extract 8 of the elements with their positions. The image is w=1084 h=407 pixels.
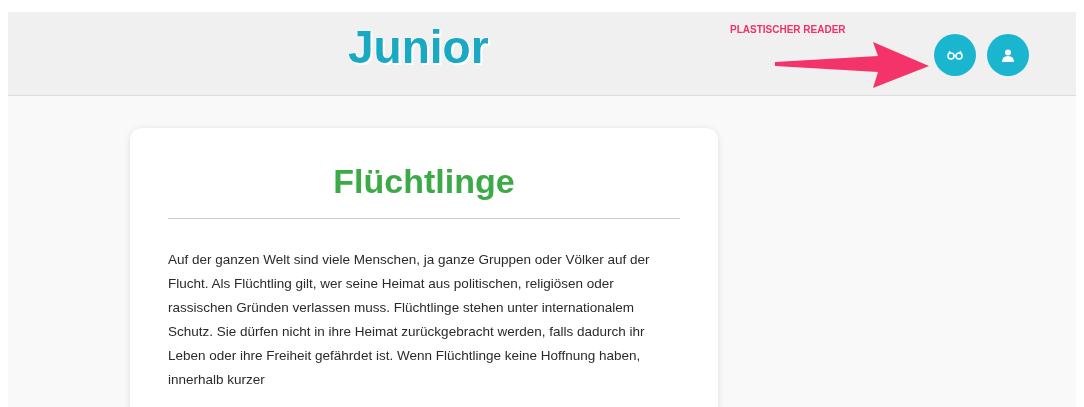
user-icon [1002, 48, 1014, 62]
glasses-icon [947, 50, 963, 60]
user-button[interactable] [987, 34, 1029, 76]
logo[interactable]: Junior [348, 24, 489, 70]
reader-button[interactable] [934, 34, 976, 76]
article-paragraph: Auf der ganzen Welt sind viele Menschen, ja ganze Gruppen oder Völker auf der Flucht. Als Flüchtling gilt, wer seine Heimat aus politischen, religiösen oder rassischen Gründen verlassen muss. Flüchtlinge stehen unter internationalem Schutz. Sie dürfen nicht in ihre Heimat zurückgebracht werden, falls dadurch ihr Leben oder ihre Freiheit gefährdet ist. Wenn Flüchtlinge keine Hoffnung haben, innerhalb kurzer [168, 251, 651, 389]
article-title: Flüchtlinge [168, 164, 680, 219]
annotation-label: PLASTISCHER READER [730, 23, 846, 37]
